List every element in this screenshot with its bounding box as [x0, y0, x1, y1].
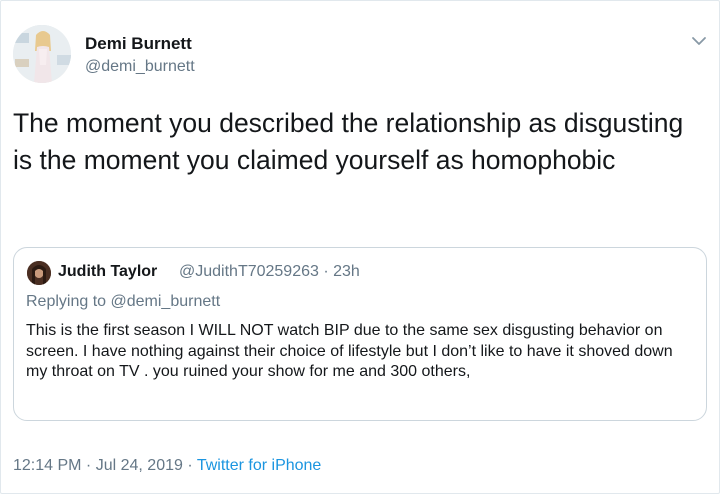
tweet-card: Demi Burnett @demi_burnett The moment yo… [0, 0, 720, 494]
quoted-separator: · [318, 263, 334, 280]
reply-prefix: Replying to [26, 293, 111, 310]
author-avatar[interactable] [13, 25, 71, 83]
quoted-tweet[interactable]: Judith Taylor @JudithT70259263 · 23h Rep… [13, 247, 707, 421]
footer-separator: · [182, 457, 197, 474]
quoted-author-name: Judith Taylor [58, 263, 158, 280]
author-handle[interactable]: @demi_burnett [85, 58, 195, 76]
tweet-date[interactable]: Jul 24, 2019 [96, 457, 183, 474]
quoted-author-avatar[interactable] [27, 261, 51, 285]
quoted-tweet-text: This is the first season I WILL NOT watc… [26, 322, 673, 380]
quoted-author-handle: @JudithT70259263 [179, 263, 319, 280]
quoted-avatar-image [27, 261, 51, 285]
author-display-name[interactable]: Demi Burnett [85, 34, 192, 54]
tweet-source-link[interactable]: Twitter for iPhone [197, 457, 322, 474]
quoted-handle-and-time: @JudithT70259263 · 23h [179, 263, 360, 281]
chevron-down-icon[interactable] [689, 34, 709, 50]
tweet-metadata: 12:14 PM · Jul 24, 2019 · Twitter for iP… [13, 457, 321, 475]
tweet-time[interactable]: 12:14 PM [13, 457, 81, 474]
reply-mention-link[interactable]: @demi_burnett [111, 293, 221, 310]
tweet-text: The moment you described the relationshi… [13, 108, 684, 175]
footer-separator: · [81, 457, 96, 474]
avatar-image [13, 25, 71, 83]
quoted-timestamp: 23h [333, 263, 360, 280]
quoted-reply-context: Replying to @demi_burnett [26, 293, 220, 311]
